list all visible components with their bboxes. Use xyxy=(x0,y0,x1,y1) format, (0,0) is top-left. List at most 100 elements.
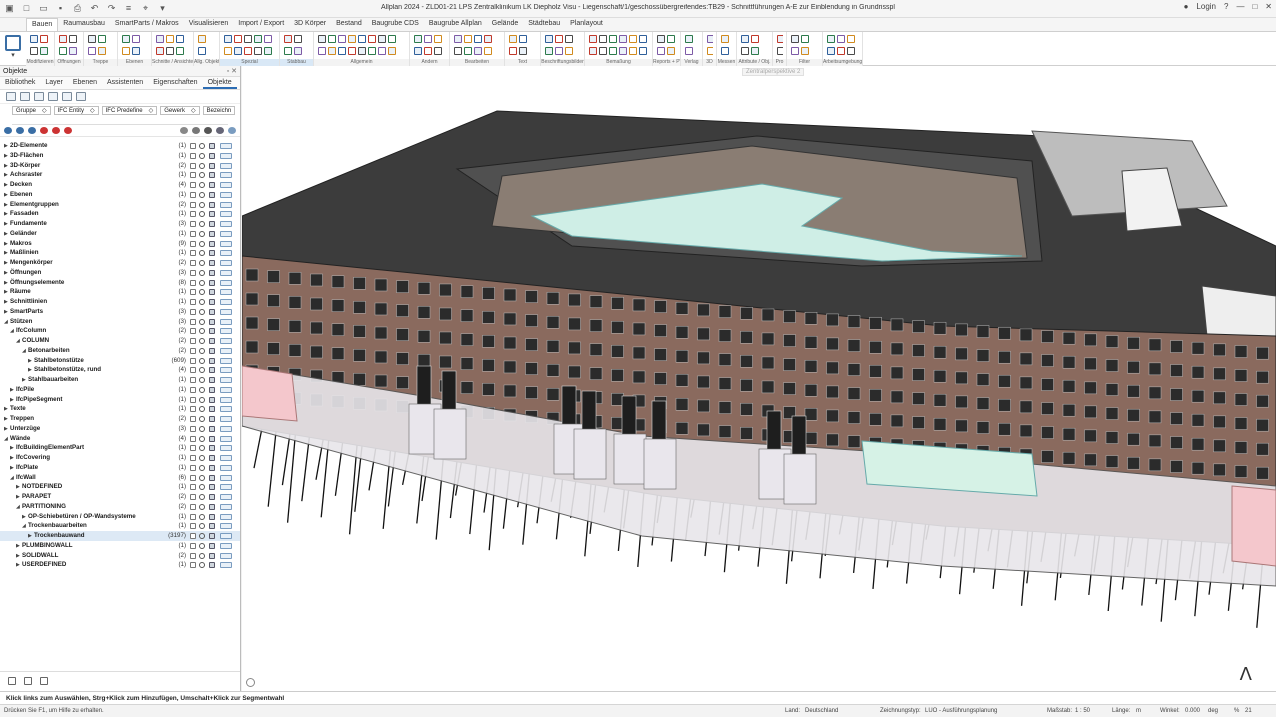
edit-icon[interactable] xyxy=(220,552,232,559)
ribbon-tool-icon[interactable] xyxy=(777,35,783,43)
ribbon-tool-icon[interactable] xyxy=(264,47,272,55)
cube-icon[interactable] xyxy=(209,201,215,208)
cube-all-icon[interactable] xyxy=(216,127,224,134)
eye-icon[interactable] xyxy=(199,172,205,179)
ribbon-tool-icon[interactable] xyxy=(619,35,627,43)
checkbox-icon[interactable] xyxy=(190,279,196,286)
ribbon-tool-icon[interactable] xyxy=(599,47,607,55)
edit-icon[interactable] xyxy=(220,416,232,422)
checkbox-icon[interactable] xyxy=(190,338,196,344)
checkbox-icon[interactable] xyxy=(190,523,196,530)
edit-icon[interactable] xyxy=(220,396,232,403)
ribbon-tool-icon[interactable] xyxy=(454,47,462,55)
ribbon-tool-icon[interactable] xyxy=(837,47,845,55)
cube-icon[interactable] xyxy=(209,377,215,383)
tree-row[interactable]: ▶ IfcCovering (1) xyxy=(0,453,240,463)
eye-icon[interactable] xyxy=(199,143,205,149)
tree-row[interactable]: ▶ Elementgruppen (2) xyxy=(0,200,240,210)
tree-row[interactable]: ◢ PARTITIONING (2) xyxy=(0,502,240,512)
ribbon-tool-icon[interactable] xyxy=(358,35,366,43)
ribbon-tool-icon[interactable] xyxy=(639,47,647,55)
eye-icon[interactable] xyxy=(199,221,205,227)
ribbon-tool-icon[interactable] xyxy=(464,47,472,55)
eye-icon[interactable] xyxy=(199,299,205,305)
ribbon-tool-icon[interactable] xyxy=(30,47,38,55)
edit-icon[interactable] xyxy=(220,152,232,159)
eye-icon[interactable] xyxy=(199,182,205,188)
building-model[interactable] xyxy=(242,66,1276,691)
ribbon-tool-icon[interactable] xyxy=(777,47,783,55)
checkbox-icon[interactable] xyxy=(190,464,196,471)
edit-icon[interactable] xyxy=(220,377,232,383)
cube-icon[interactable] xyxy=(209,406,215,413)
tools-button[interactable]: ▾ xyxy=(2,33,24,65)
panel-close-icon[interactable]: ▫ ✕ xyxy=(227,67,237,75)
edit-icon[interactable] xyxy=(220,260,232,266)
ribbon-tool-icon[interactable] xyxy=(827,35,835,43)
edit-icon[interactable] xyxy=(220,347,232,354)
user-icon[interactable]: ● xyxy=(1184,2,1189,11)
checkbox-icon[interactable] xyxy=(190,260,196,266)
panel-tab[interactable]: Eigenschaften xyxy=(148,77,202,89)
edit-icon[interactable] xyxy=(220,533,232,539)
ribbon-tool-icon[interactable] xyxy=(122,47,130,55)
drawing-type-value[interactable]: LUO - Ausführungsplanung xyxy=(925,708,997,714)
ribbon-tool-icon[interactable] xyxy=(721,35,729,43)
ribbon-tool-icon[interactable] xyxy=(519,35,527,43)
checkbox-icon[interactable] xyxy=(190,201,196,208)
ribbon-tool-icon[interactable] xyxy=(132,47,140,55)
tree-row[interactable]: ▶ Stahlbetonstütze (609) xyxy=(0,356,240,366)
eye-icon[interactable] xyxy=(199,484,205,491)
settings-icon[interactable] xyxy=(8,677,16,685)
tree-row[interactable]: ▶ Geländer (1) xyxy=(0,229,240,239)
edit-icon[interactable] xyxy=(220,250,232,257)
ribbon-tool-icon[interactable] xyxy=(847,47,855,55)
ribbon-tool-icon[interactable] xyxy=(464,35,472,43)
checkbox-icon[interactable] xyxy=(190,221,196,227)
tree-row[interactable]: ▶ Achsraster (1) xyxy=(0,170,240,180)
cube-icon[interactable] xyxy=(209,328,215,335)
eye-icon[interactable] xyxy=(199,562,205,569)
ribbon-tool-icon[interactable] xyxy=(368,35,376,43)
tree-row[interactable]: ▶ Texte (1) xyxy=(0,404,240,414)
ribbon-tool-icon[interactable] xyxy=(348,35,356,43)
cube-icon[interactable] xyxy=(209,221,215,227)
ribbon-tool-icon[interactable] xyxy=(847,35,855,43)
save-icon[interactable]: ▪ xyxy=(55,3,66,14)
checkbox-icon[interactable] xyxy=(190,455,196,461)
edit-icon[interactable] xyxy=(220,230,232,237)
tree-row[interactable]: ▶ IfcPlate (1) xyxy=(0,463,240,473)
checkbox-icon[interactable] xyxy=(190,191,196,198)
ribbon-tool-icon[interactable] xyxy=(609,35,617,43)
ribbon-tool-icon[interactable] xyxy=(751,35,759,43)
tree-row[interactable]: ▶ Decken (4) xyxy=(0,180,240,190)
ribbon-tool-icon[interactable] xyxy=(741,47,749,55)
eye-icon[interactable] xyxy=(199,542,205,549)
checkbox-icon[interactable] xyxy=(190,328,196,335)
tree-row[interactable]: ▶ Räume (1) xyxy=(0,287,240,297)
group-icon[interactable] xyxy=(62,92,72,101)
eye-icon[interactable] xyxy=(199,289,205,296)
checkbox-icon[interactable] xyxy=(190,367,196,374)
tree-row[interactable]: ▶ SOLIDWALL (2) xyxy=(0,551,240,561)
cube-icon[interactable] xyxy=(209,396,215,403)
cube-icon[interactable] xyxy=(209,250,215,257)
ribbon-tool-icon[interactable] xyxy=(234,35,242,43)
eye-all-icon[interactable] xyxy=(204,127,212,134)
tree-row[interactable]: ▶ Stahlbauarbeiten (1) xyxy=(0,375,240,385)
cube-icon[interactable] xyxy=(209,552,215,559)
edit-icon[interactable] xyxy=(220,494,232,500)
tree-row[interactable]: ◢ Wände (4) xyxy=(0,434,240,444)
ribbon-tool-icon[interactable] xyxy=(414,47,422,55)
eye-icon[interactable] xyxy=(199,230,205,237)
edit-icon[interactable] xyxy=(220,308,232,315)
ribbon-tool-icon[interactable] xyxy=(368,47,376,55)
cube-icon[interactable] xyxy=(209,523,215,530)
checkbox-icon[interactable] xyxy=(190,357,196,364)
ribbon-tool-icon[interactable] xyxy=(264,35,272,43)
edit-icon[interactable] xyxy=(220,562,232,569)
eye-icon[interactable] xyxy=(199,474,205,481)
app-menu-icon[interactable]: ▣ xyxy=(4,3,15,14)
checkbox-icon[interactable] xyxy=(190,445,196,452)
ribbon-tool-icon[interactable] xyxy=(751,47,759,55)
